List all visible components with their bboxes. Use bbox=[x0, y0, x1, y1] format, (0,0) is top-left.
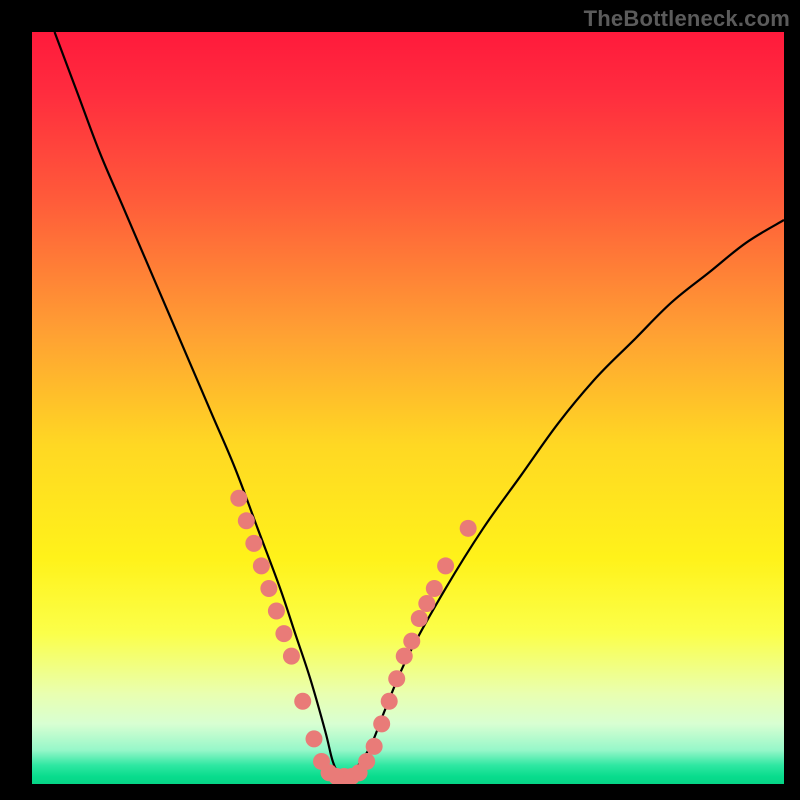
bottleneck-curve bbox=[55, 32, 784, 778]
highlight-dot bbox=[426, 580, 443, 597]
highlight-dot bbox=[238, 512, 255, 529]
highlight-dot bbox=[396, 648, 413, 665]
chart-svg bbox=[32, 32, 784, 784]
plot-area bbox=[32, 32, 784, 784]
highlight-dot bbox=[245, 535, 262, 552]
highlight-dot bbox=[437, 557, 454, 574]
highlight-dot bbox=[373, 715, 390, 732]
watermark-text: TheBottleneck.com bbox=[584, 6, 790, 32]
highlight-dot bbox=[275, 625, 292, 642]
highlight-dot bbox=[260, 580, 277, 597]
highlight-dot bbox=[381, 693, 398, 710]
highlight-dot bbox=[388, 670, 405, 687]
highlight-dots bbox=[230, 490, 476, 784]
highlight-dot bbox=[411, 610, 428, 627]
highlight-dot bbox=[358, 753, 375, 770]
highlight-dot bbox=[294, 693, 311, 710]
highlight-dot bbox=[306, 730, 323, 747]
highlight-dot bbox=[418, 595, 435, 612]
highlight-dot bbox=[403, 633, 420, 650]
highlight-dot bbox=[253, 557, 270, 574]
highlight-dot bbox=[283, 648, 300, 665]
highlight-dot bbox=[366, 738, 383, 755]
highlight-dot bbox=[460, 520, 477, 537]
highlight-dot bbox=[268, 603, 285, 620]
highlight-dot bbox=[230, 490, 247, 507]
chart-frame: TheBottleneck.com bbox=[0, 0, 800, 800]
